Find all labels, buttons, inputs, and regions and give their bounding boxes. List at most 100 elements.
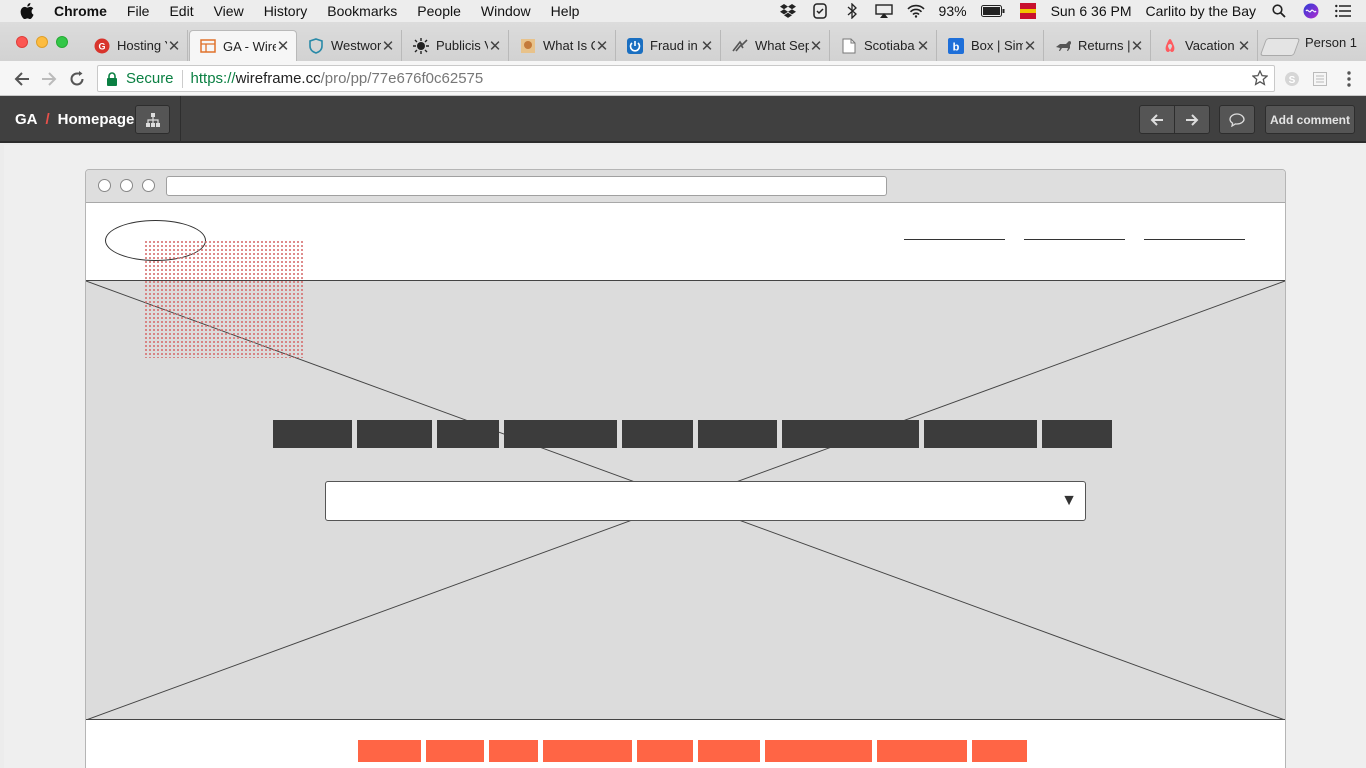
close-tab-icon[interactable]: ✕	[916, 37, 930, 55]
tab-title: Scotiaba	[864, 38, 915, 53]
wireframe-hero-block[interactable]	[622, 420, 693, 448]
menubar-clock[interactable]: Sun 6 36 PM	[1051, 3, 1132, 19]
wireframe-hero-block[interactable]	[782, 420, 919, 448]
tab-title: Westworl	[331, 38, 381, 53]
skype-icon[interactable]: S	[1283, 70, 1301, 88]
menu-people[interactable]: People	[417, 3, 461, 19]
wireframe-hero-block[interactable]	[357, 420, 432, 448]
wireframe-footer-block[interactable]	[489, 740, 538, 762]
menu-app-name[interactable]: Chrome	[54, 3, 107, 19]
profile-button[interactable]: Person 1	[1305, 35, 1357, 50]
minimize-window-icon[interactable]	[36, 36, 48, 48]
bookmark-star-icon[interactable]	[1251, 69, 1269, 90]
close-window-icon[interactable]	[16, 36, 28, 48]
dropdown-caret-icon: ▼	[1061, 492, 1077, 509]
wifi-icon[interactable]	[906, 3, 925, 19]
wireframe-footer-block[interactable]	[877, 740, 967, 762]
close-tab-icon[interactable]: ✕	[381, 37, 395, 55]
wireframe-footer-block[interactable]	[358, 740, 421, 762]
wireframe-nav-link[interactable]	[904, 239, 1005, 240]
forward-icon[interactable]	[39, 69, 59, 89]
wireframe-footer-block[interactable]	[426, 740, 484, 762]
close-tab-icon[interactable]: ✕	[1237, 37, 1251, 55]
reader-icon[interactable]	[1311, 70, 1329, 88]
menu-edit[interactable]: Edit	[169, 3, 193, 19]
new-tab-button[interactable]	[1259, 38, 1301, 56]
menu-history[interactable]: History	[264, 3, 308, 19]
close-tab-icon[interactable]: ✕	[167, 37, 181, 55]
tab-westworld[interactable]: Westworl ✕	[298, 30, 402, 61]
sitemap-icon	[145, 112, 160, 127]
tab-scotiabank[interactable]: Scotiaba ✕	[831, 30, 937, 61]
next-page-button[interactable]	[1174, 105, 1210, 134]
menubar-user[interactable]: Carlito by the Bay	[1146, 3, 1257, 19]
bluetooth-icon[interactable]	[843, 3, 861, 19]
tab-title: Returns |	[1078, 38, 1130, 53]
wireframe-nav-link[interactable]	[1024, 239, 1125, 240]
tab-box[interactable]: b Box | Sim ✕	[938, 30, 1044, 61]
sitemap-button[interactable]	[135, 105, 170, 134]
wireframe-hero-block[interactable]	[273, 420, 352, 448]
page-title[interactable]: Homepage	[58, 111, 135, 128]
wireframe-footer-block[interactable]	[698, 740, 760, 762]
secure-label[interactable]: Secure	[126, 70, 174, 87]
wireframe-footer-block[interactable]	[637, 740, 693, 762]
project-link[interactable]: GA	[15, 111, 38, 128]
close-tab-icon[interactable]: ✕	[809, 37, 823, 55]
wireframe-footer-block[interactable]	[765, 740, 872, 762]
chrome-menu-icon[interactable]	[1340, 70, 1358, 88]
menu-view[interactable]: View	[214, 3, 244, 19]
dotted-annotation-area[interactable]	[144, 240, 305, 358]
breadcrumb-separator: /	[45, 111, 50, 128]
close-tab-icon[interactable]: ✕	[700, 37, 714, 55]
check-icon[interactable]	[811, 3, 829, 19]
tab-fraud[interactable]: Fraud in ✕	[617, 30, 721, 61]
tab-publicis[interactable]: Publicis V ✕	[403, 30, 509, 61]
list-icon[interactable]	[1334, 3, 1352, 19]
tab-ga-wireframe[interactable]: GA - Wire ✕	[189, 30, 297, 61]
previous-page-button[interactable]	[1139, 105, 1175, 134]
address-bar[interactable]: Secure https:// wireframe.cc /pro/pp/77e…	[97, 65, 1275, 92]
wireframe-dropdown[interactable]: ▼	[325, 481, 1086, 521]
add-comment-button[interactable]: Add comment	[1265, 105, 1355, 134]
wireframe-titlebar	[86, 170, 1285, 203]
battery-icon[interactable]	[980, 3, 1005, 19]
wireframe-nav-link[interactable]	[1144, 239, 1245, 240]
close-tab-icon[interactable]: ✕	[1130, 37, 1144, 55]
tab-title: Publicis V	[436, 38, 488, 53]
wireframe-footer-block[interactable]	[972, 740, 1027, 762]
menu-file[interactable]: File	[127, 3, 150, 19]
tab-returns[interactable]: Returns | ✕	[1045, 30, 1151, 61]
tab-what-is[interactable]: What Is C ✕	[510, 30, 616, 61]
menu-help[interactable]: Help	[551, 3, 580, 19]
maximize-window-icon[interactable]	[56, 36, 68, 48]
close-tab-icon[interactable]: ✕	[488, 37, 502, 55]
menu-bookmarks[interactable]: Bookmarks	[327, 3, 397, 19]
flag-icon[interactable]	[1019, 3, 1037, 19]
search-icon[interactable]	[1270, 3, 1288, 19]
tab-what-sep[interactable]: What Sep ✕	[722, 30, 830, 61]
dropbox-icon[interactable]	[779, 3, 797, 19]
wireframe-hero-block[interactable]	[1042, 420, 1112, 448]
tab-hosting[interactable]: G Hosting Y ✕	[84, 30, 188, 61]
close-tab-icon[interactable]: ✕	[595, 37, 609, 55]
wireframe-hero-block[interactable]	[698, 420, 777, 448]
menu-window[interactable]: Window	[481, 3, 531, 19]
svg-text:S: S	[1289, 75, 1296, 86]
wireframe-hero-block[interactable]	[437, 420, 499, 448]
wireframe-footer-block[interactable]	[543, 740, 632, 762]
wireframe-hero-block[interactable]	[924, 420, 1037, 448]
airplay-icon[interactable]	[874, 3, 893, 19]
tab-vacation[interactable]: Vacation ✕	[1152, 30, 1258, 61]
lock-icon[interactable]	[106, 71, 120, 86]
close-tab-icon[interactable]: ✕	[276, 37, 290, 55]
wireframe-hero-block[interactable]	[504, 420, 617, 448]
wireframe-url-bar[interactable]	[166, 176, 887, 196]
siri-icon[interactable]	[1302, 3, 1320, 19]
box-icon: b	[948, 37, 964, 54]
comments-toggle-button[interactable]	[1219, 105, 1255, 134]
close-tab-icon[interactable]: ✕	[1023, 37, 1037, 55]
reload-icon[interactable]	[67, 69, 87, 89]
back-icon[interactable]	[12, 69, 32, 89]
apple-icon[interactable]	[20, 3, 38, 19]
